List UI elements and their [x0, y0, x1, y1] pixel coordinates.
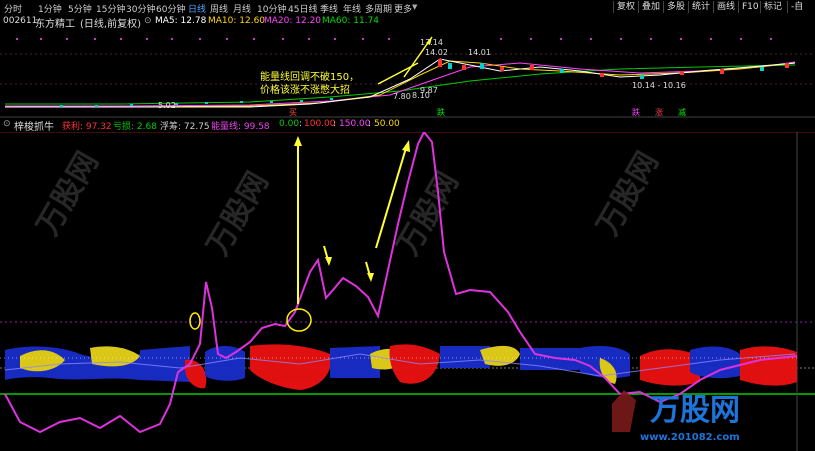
field-loss: 亏损: 2.68 — [113, 122, 157, 132]
tab-5min[interactable]: 5分钟 — [68, 2, 92, 15]
price-range-right: 10.14 - 10.16 — [632, 81, 686, 90]
note-line-1: 能量线回调不破150， — [260, 70, 359, 83]
signal-fall-2: 跌 — [632, 107, 640, 117]
settings-circle-icon[interactable]: ⊙ — [144, 16, 152, 26]
note-line-2: 价格该涨不涨憋大招 — [260, 83, 350, 96]
tab-30min[interactable]: 30分钟 — [126, 2, 155, 15]
tab-daily[interactable]: 日线 — [188, 2, 206, 15]
ma5-label: MA5: 12.78 — [155, 16, 207, 26]
tab-multi-period[interactable]: 多周期 — [365, 2, 392, 15]
tab-quarterly[interactable]: 季线 — [320, 2, 338, 15]
price-chart[interactable]: 17.14 14.02 14.01 5.02 7.80 8.10 9.87 10… — [0, 29, 815, 119]
signal-rise: 涨 — [655, 107, 663, 117]
statistics-button[interactable]: 统计 — [688, 1, 713, 13]
period-toolbar: 分时 1分钟 5分钟 15分钟 30分钟 60分钟 日线 周线 月线 10分钟 … — [0, 0, 815, 15]
price-high-2: 14.02 — [425, 48, 448, 57]
price-mode: (日线,前复权) — [80, 19, 141, 30]
price-mid-1: 7.80 — [393, 92, 411, 101]
ma10-label: MA10: 12.60 — [208, 16, 266, 26]
price-high-1: 17.14 — [420, 38, 443, 47]
stock-code: 002611 — [3, 16, 38, 26]
ma60-label: MA60: 11.74 — [322, 16, 380, 26]
field-profit: 获利: 97.32 — [62, 122, 112, 132]
self-button[interactable]: -自 — [787, 1, 806, 13]
price-high-3: 14.01 — [468, 48, 491, 57]
tab-10min[interactable]: 10分钟 — [257, 2, 286, 15]
tab-45day[interactable]: 45日线 — [288, 2, 317, 15]
field-50: 50.00 — [374, 119, 400, 129]
indicator-chart[interactable]: 万股网 www.201082.com — [0, 132, 815, 451]
tab-1min[interactable]: 1分钟 — [38, 2, 62, 15]
overlay-button[interactable]: 叠加 — [638, 1, 663, 13]
stock-name: 东方精工 — [35, 19, 75, 30]
ma20-label: MA20: 12.20 — [264, 16, 322, 26]
brand-logo-text: 万股网 — [650, 393, 740, 428]
brand-logo: 万股网 www.201082.com — [612, 390, 740, 443]
stock-header: 002611 东方精工 (日线,前复权) ⊙ MA5: 12.78 MA10: … — [0, 15, 815, 30]
indicator-name: 梓梭抓牛 — [14, 122, 54, 133]
tab-weekly[interactable]: 周线 — [210, 2, 228, 15]
more-dropdown-icon[interactable]: ▼ — [412, 3, 417, 11]
indicator-header: ⊙ 梓梭抓牛 获利: 97.32 亏损: 2.68 浮筹: 72.75 能量线:… — [0, 118, 815, 133]
tab-yearly[interactable]: 年线 — [343, 2, 361, 15]
price-mid-3: 9.87 — [420, 86, 438, 95]
draw-line-button[interactable]: 画线 — [713, 1, 738, 13]
tab-fenshi[interactable]: 分时 — [4, 2, 22, 15]
f10-button[interactable]: F10 — [738, 1, 762, 13]
field-energy: 能量线: 99.58 — [211, 122, 270, 132]
tab-monthly[interactable]: 月线 — [233, 2, 251, 15]
field-hundred: 100.00 — [304, 119, 336, 129]
tab-more[interactable]: 更多 — [394, 2, 412, 15]
restore-rights-button[interactable]: 复权 — [613, 1, 638, 13]
tab-15min[interactable]: 15分钟 — [96, 2, 125, 15]
price-low-start: 5.02 — [158, 101, 176, 110]
multi-stock-button[interactable]: 多股 — [663, 1, 688, 13]
tab-60min[interactable]: 60分钟 — [156, 2, 185, 15]
indicator-settings-icon[interactable]: ⊙ — [3, 119, 11, 129]
signal-reduce: 减 — [678, 107, 686, 117]
mark-button[interactable]: 标记 — [760, 1, 785, 13]
signal-buy: 买 — [289, 108, 297, 117]
field-zero: 0.00 — [279, 119, 300, 129]
signal-fall-1: 跌 — [437, 107, 445, 117]
field-floating: 浮筹: 72.75 — [160, 122, 210, 132]
brand-url: www.201082.com — [640, 432, 740, 443]
field-150: 150.00 — [339, 119, 371, 129]
